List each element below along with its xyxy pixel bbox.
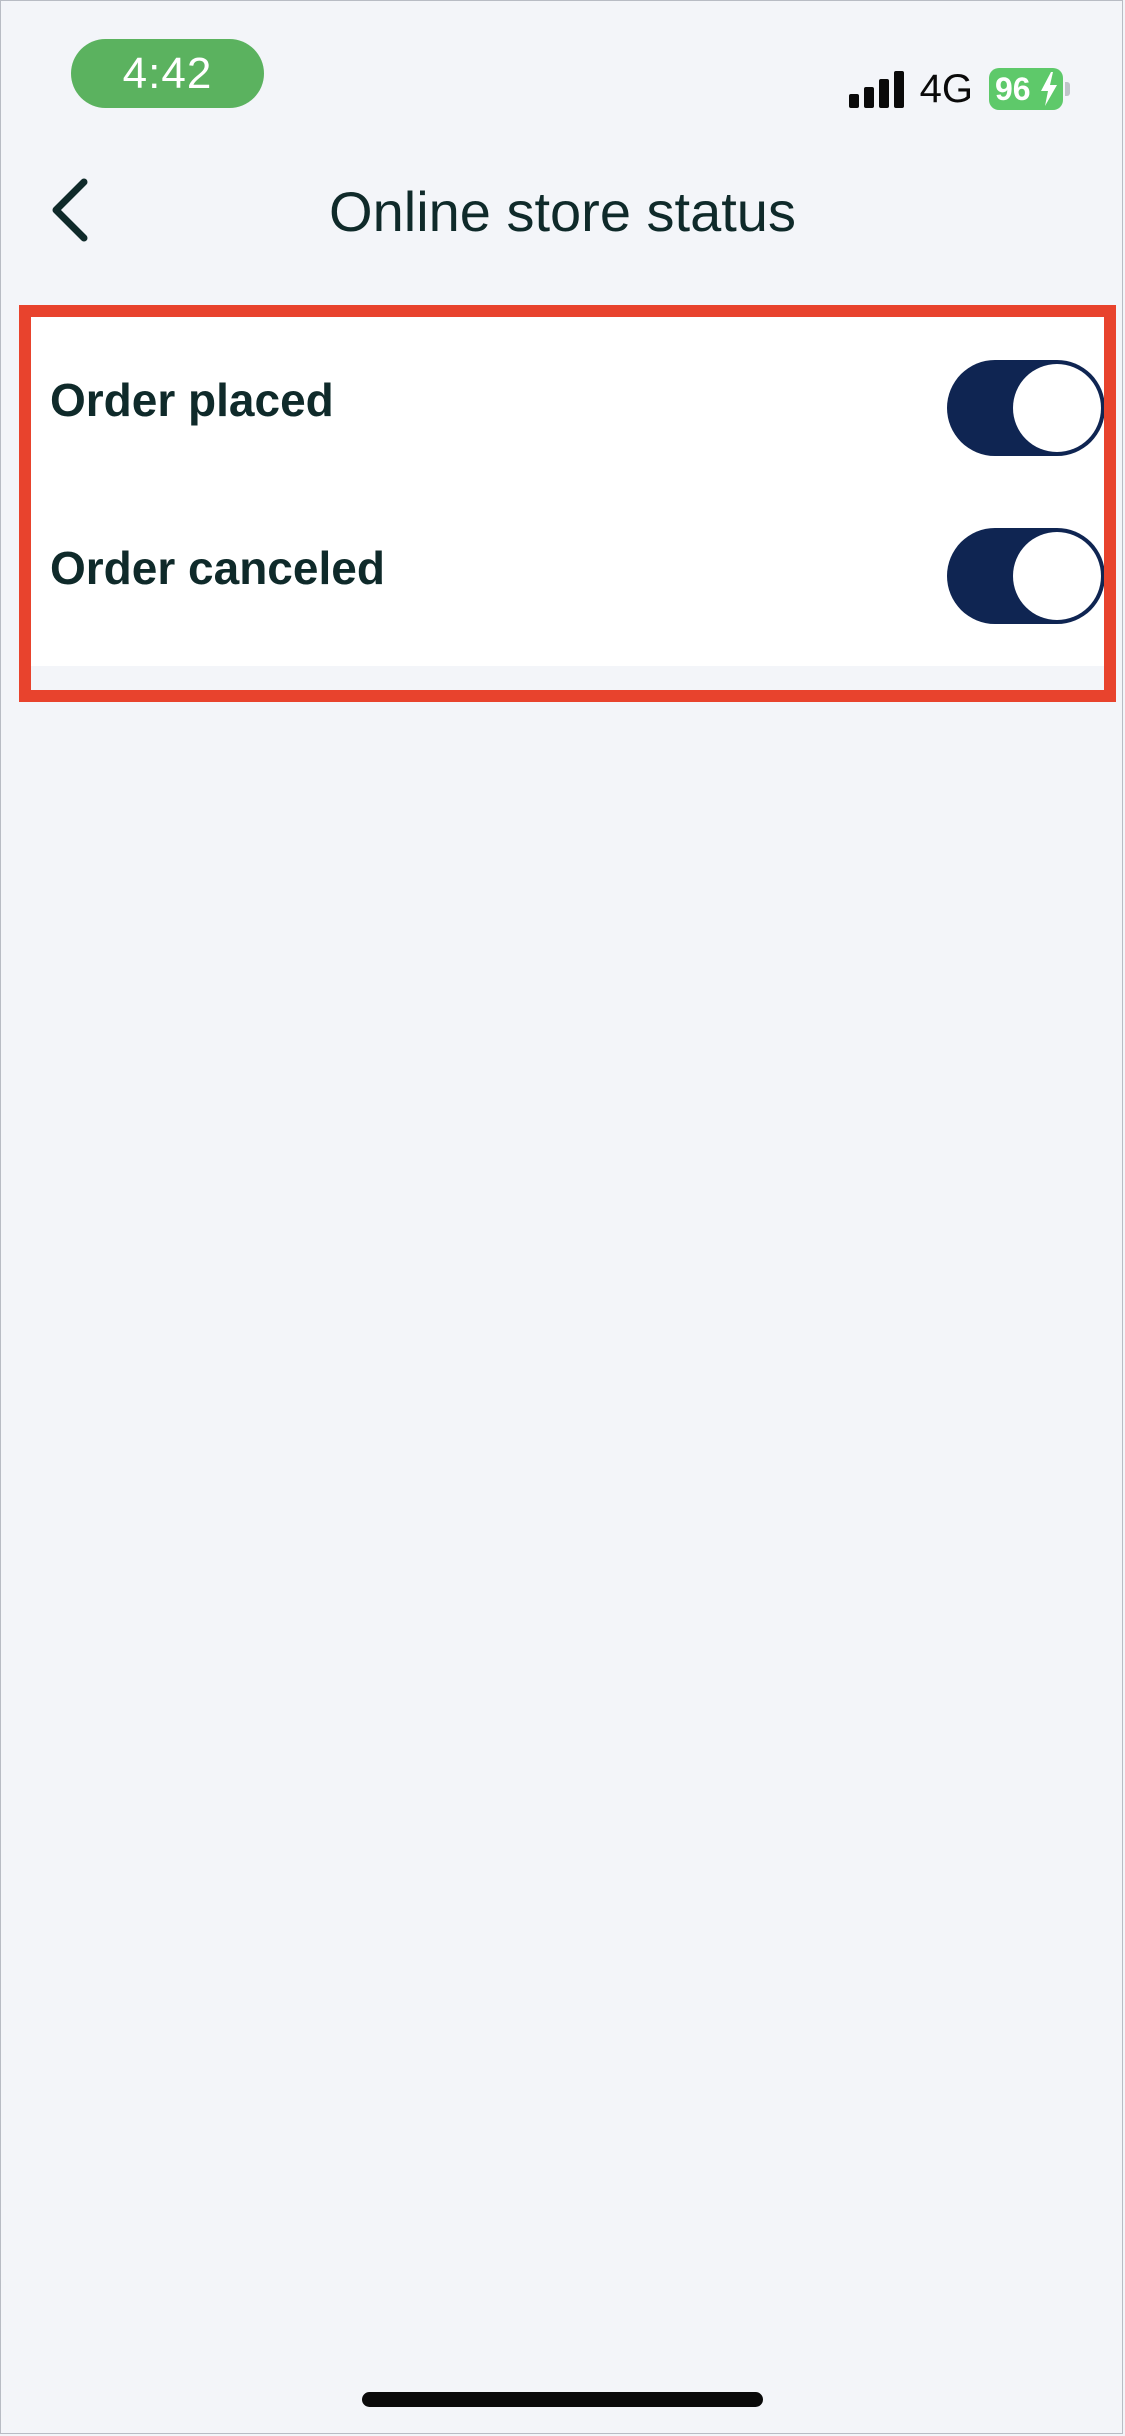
- status-bar: 4:42 4G 96: [0, 0, 1125, 150]
- status-indicators: 4G 96: [848, 66, 1070, 112]
- battery-cap: [1065, 82, 1070, 96]
- toggle-knob: [1013, 532, 1101, 620]
- setting-row-order-canceled: Order canceled: [20, 484, 1105, 652]
- toggle-order-placed[interactable]: [947, 360, 1105, 456]
- battery-icon: 96: [989, 68, 1070, 110]
- nav-header: Online store status: [0, 150, 1125, 274]
- setting-label-order-placed: Order placed: [50, 374, 334, 426]
- toggle-knob: [1013, 364, 1101, 452]
- settings-card: Order placed Order canceled: [20, 316, 1105, 666]
- network-label: 4G: [919, 67, 973, 111]
- setting-label-order-canceled: Order canceled: [50, 542, 385, 594]
- signal-icon: [848, 70, 904, 108]
- home-indicator: [362, 2392, 763, 2407]
- battery-body: 96: [989, 68, 1063, 110]
- toggle-order-canceled[interactable]: [947, 528, 1105, 624]
- page-title: Online store status: [329, 180, 796, 243]
- charging-bolt-icon: [1041, 72, 1057, 106]
- setting-row-order-placed: Order placed: [20, 316, 1105, 484]
- battery-level: 96: [995, 71, 1031, 107]
- status-time: 4:42: [71, 39, 264, 108]
